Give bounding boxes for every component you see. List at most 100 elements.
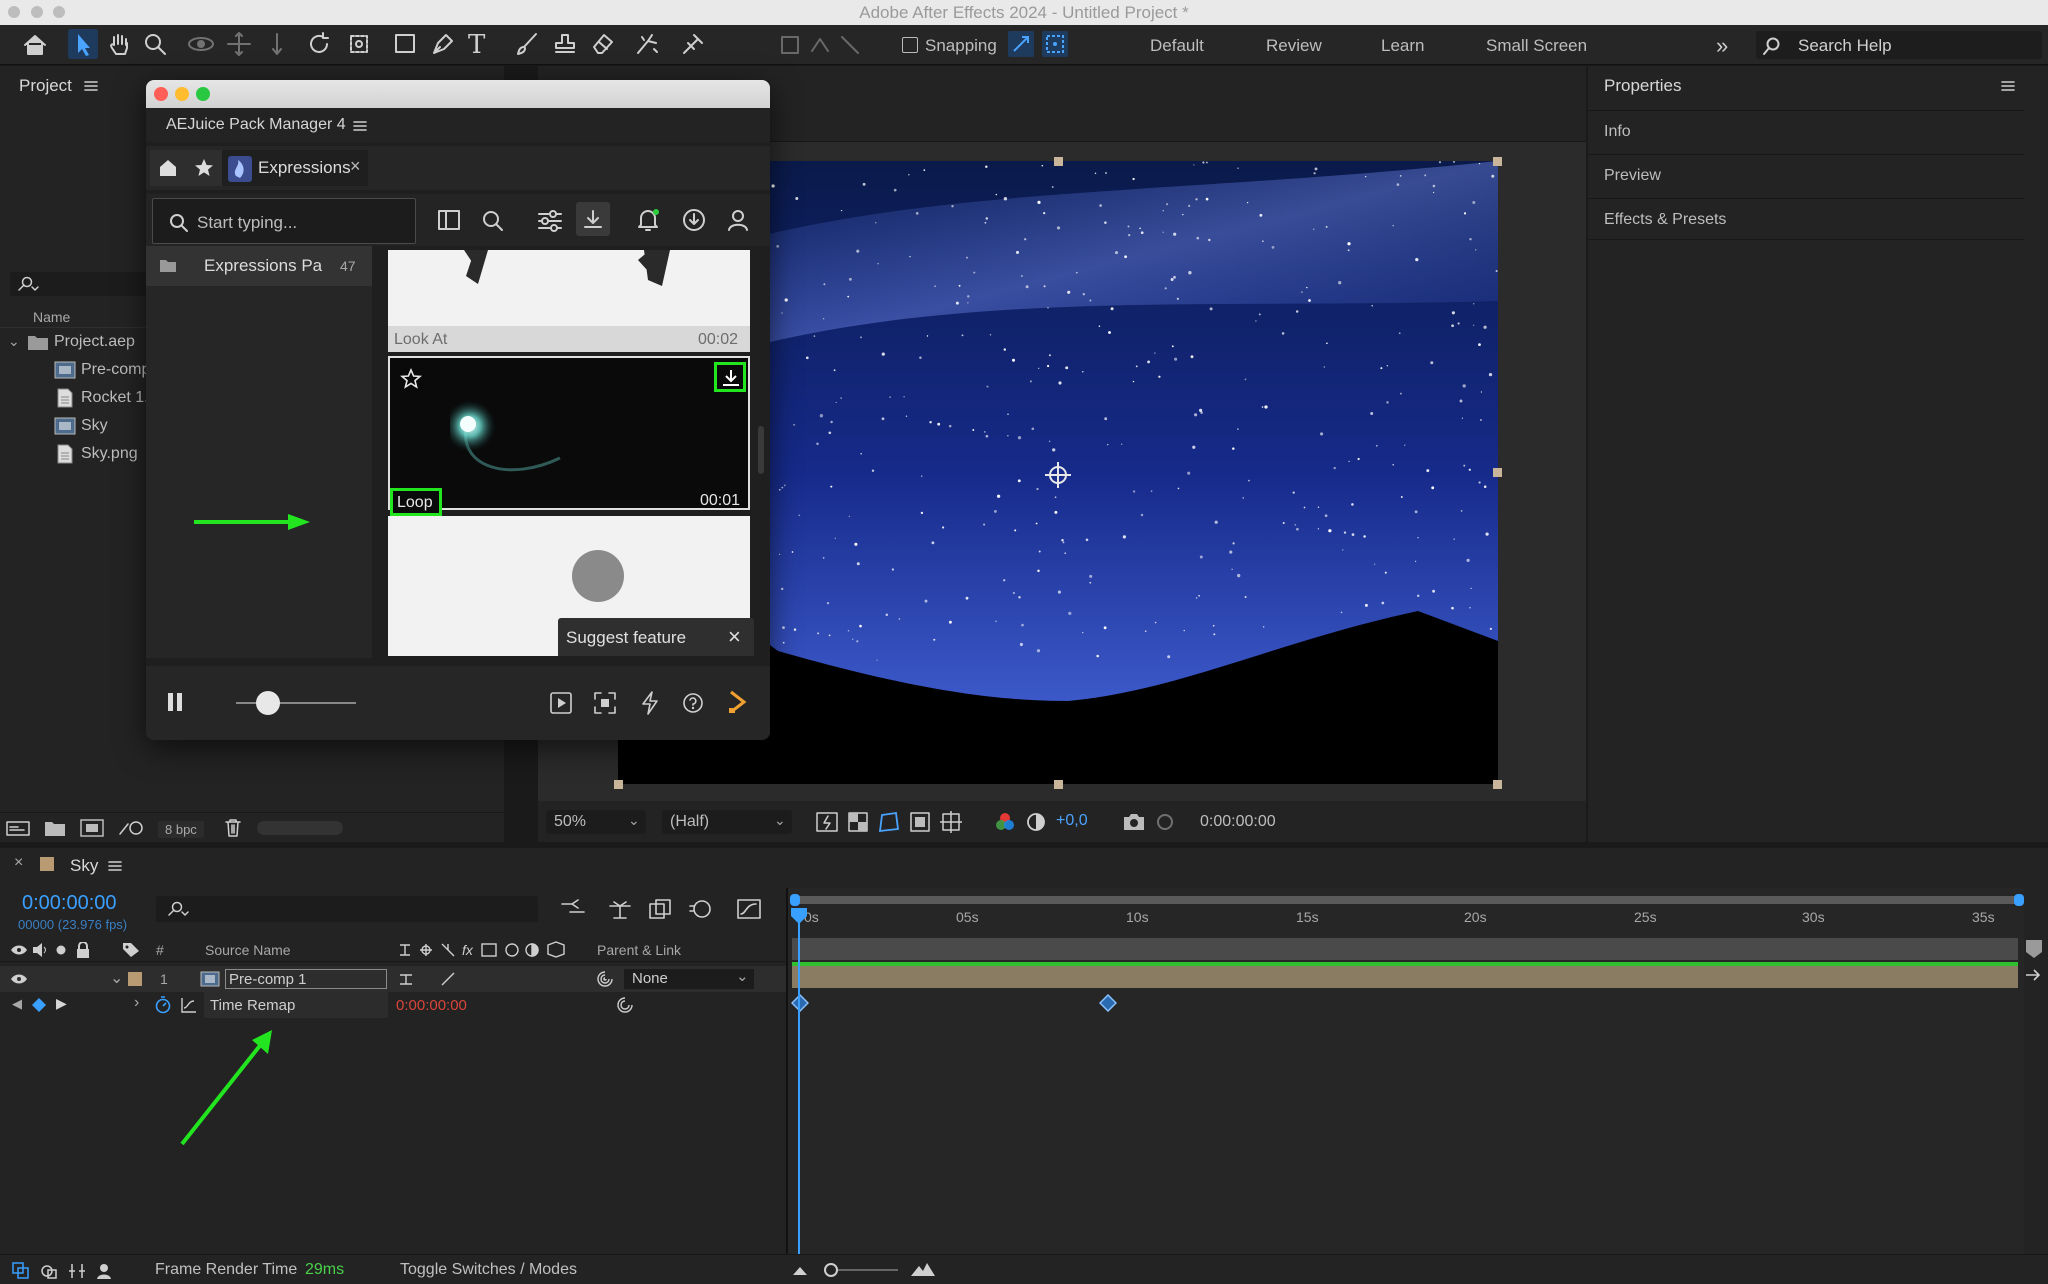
preset-list-scrollbar[interactable] — [758, 426, 764, 474]
fit-selection-icon[interactable] — [594, 692, 616, 714]
expressions-tab[interactable]: Expressions × — [222, 150, 368, 186]
exposure-value[interactable]: +0,0 — [1056, 812, 1088, 830]
parent-dropdown[interactable]: None ⌄ — [624, 968, 754, 989]
source-name-column[interactable]: Source Name — [205, 942, 291, 958]
preset-card-look-at[interactable]: Look At 00:02 — [388, 250, 750, 352]
graph-editor-icon[interactable] — [736, 896, 762, 920]
timeline-search-field[interactable] — [156, 896, 538, 922]
stopwatch-icon[interactable] — [154, 996, 172, 1014]
workspace-small-screen[interactable]: Small Screen — [1486, 36, 1587, 56]
plugin-zoom-button[interactable] — [196, 87, 210, 101]
work-area-end-handle[interactable] — [2014, 894, 2024, 906]
solo-dot-icon[interactable] — [56, 945, 66, 955]
help-icon[interactable] — [682, 692, 704, 714]
pan-tool-button[interactable] — [226, 31, 252, 57]
toggle-switches-modes-button[interactable]: Toggle Switches / Modes — [400, 1261, 577, 1279]
layer-bar[interactable] — [792, 966, 2018, 988]
anchor-point-icon[interactable] — [1043, 460, 1073, 490]
workspace-default[interactable]: Default — [1150, 36, 1204, 56]
aejuice-logo-icon[interactable] — [726, 690, 748, 714]
mask-visibility-icon[interactable] — [878, 811, 900, 833]
apply-preset-icon[interactable] — [550, 692, 572, 714]
parent-link-column[interactable]: Parent & Link — [597, 942, 681, 958]
render-time-toggle-icon[interactable] — [96, 1262, 116, 1280]
project-panel-title[interactable]: Project — [19, 76, 72, 96]
draft-3d-icon[interactable] — [608, 898, 632, 920]
snapping-checkbox[interactable] — [902, 37, 918, 53]
clone-stamp-tool-button[interactable] — [552, 31, 578, 57]
align-icons-group[interactable] — [778, 33, 862, 57]
quality-switch-icon[interactable] — [440, 971, 456, 987]
keyframe-end[interactable] — [1099, 994, 1117, 1012]
transform-handle[interactable] — [1493, 780, 1502, 789]
workspace-review[interactable]: Review — [1266, 36, 1322, 56]
eraser-tool-button[interactable] — [590, 31, 616, 57]
zoom-tool-button[interactable] — [142, 31, 168, 57]
quick-action-bolt-icon[interactable] — [640, 691, 660, 715]
time-remap-value[interactable]: 0:00:00:00 — [396, 997, 467, 1014]
new-composition-icon[interactable] — [80, 819, 104, 837]
pause-preview-button[interactable] — [166, 692, 186, 712]
filter-settings-icon[interactable] — [538, 210, 562, 232]
plugin-menu-icon[interactable] — [353, 120, 367, 132]
region-of-interest-icon[interactable] — [910, 812, 930, 832]
bit-depth-label[interactable]: 8 bpc — [158, 821, 204, 838]
layer-switches-toggle-icon[interactable] — [12, 1262, 30, 1280]
transform-handle[interactable] — [1054, 780, 1063, 789]
close-toast-icon[interactable]: × — [728, 624, 741, 650]
plugin-close-button[interactable] — [154, 87, 168, 101]
name-column-label[interactable]: Name — [33, 309, 70, 325]
plugin-favorites-button[interactable] — [186, 150, 222, 186]
properties-menu-icon[interactable] — [2001, 80, 2015, 92]
work-area-bar[interactable] — [794, 896, 2020, 904]
collapse-arrow-icon[interactable]: ⌄ — [110, 968, 123, 988]
preview-panel-header[interactable]: Preview — [1588, 154, 2024, 196]
timeline-menu-icon[interactable] — [108, 860, 122, 872]
snap-edges-button[interactable] — [1008, 31, 1034, 57]
new-folder-icon[interactable] — [44, 819, 66, 837]
project-settings-icon[interactable] — [118, 818, 146, 838]
transform-handle[interactable] — [614, 780, 623, 789]
zoom-out-mountain-icon[interactable] — [792, 1264, 808, 1276]
thumbnail-size-slider[interactable] — [236, 702, 356, 704]
snap-features-button[interactable] — [1042, 31, 1068, 57]
frame-blending-icon[interactable] — [648, 898, 672, 920]
previous-keyframe-icon[interactable]: ◀ — [12, 996, 22, 1012]
time-remap-row[interactable]: ◀ ▶ › Time Remap 0:00:00:00 — [0, 992, 786, 1018]
transform-handle[interactable] — [1493, 468, 1502, 477]
transfer-controls-toggle-icon[interactable] — [40, 1262, 58, 1280]
magnification-dropdown[interactable]: 50% ⌄ — [546, 810, 646, 834]
pen-tool-button[interactable] — [430, 31, 456, 57]
search-help-field[interactable]: Search Help — [1756, 31, 2042, 59]
next-keyframe-icon[interactable]: ▶ — [56, 995, 67, 1012]
plugin-search-field[interactable]: Start typing... — [152, 198, 416, 244]
timeline-zoom-slider-knob[interactable] — [824, 1263, 838, 1277]
in-out-toggle-icon[interactable] — [68, 1262, 86, 1280]
home-button[interactable] — [22, 33, 48, 57]
thumbnail-size-slider-knob[interactable] — [256, 691, 280, 715]
plugin-home-button[interactable] — [150, 150, 186, 186]
resolution-dropdown[interactable]: (Half) ⌄ — [662, 810, 792, 834]
playhead-handle[interactable] — [791, 908, 807, 926]
pan-behind-tool-button[interactable] — [346, 31, 372, 57]
zoom-in-mountain-icon[interactable] — [910, 1261, 936, 1277]
grid-guides-icon[interactable] — [940, 811, 962, 833]
puppet-tool-button[interactable] — [680, 31, 706, 57]
dolly-tool-button[interactable] — [264, 31, 290, 57]
parent-pickwhip-icon[interactable] — [596, 970, 614, 988]
effects-presets-header[interactable]: Effects & Presets — [1588, 198, 2024, 240]
motion-blur-icon[interactable] — [688, 897, 712, 921]
work-area-start-handle[interactable] — [790, 894, 800, 906]
expressions-pack-folder[interactable]: Expressions Pa 47 — [146, 246, 372, 286]
fast-previews-icon[interactable] — [816, 812, 838, 832]
viewer-timecode-display[interactable]: 0:00:00:00 — [1194, 810, 1294, 834]
interpret-footage-icon[interactable] — [6, 819, 30, 837]
more-workspaces-icon[interactable]: » — [1716, 33, 1728, 59]
favorite-star-icon[interactable] — [400, 368, 422, 390]
hand-tool-button[interactable] — [106, 31, 132, 57]
timeline-tab[interactable]: × Sky — [0, 848, 160, 882]
layer-label-color[interactable] — [128, 972, 142, 986]
eye-icon[interactable] — [10, 944, 28, 956]
label-tag-icon[interactable] — [122, 942, 140, 958]
lock-icon[interactable] — [76, 942, 90, 958]
